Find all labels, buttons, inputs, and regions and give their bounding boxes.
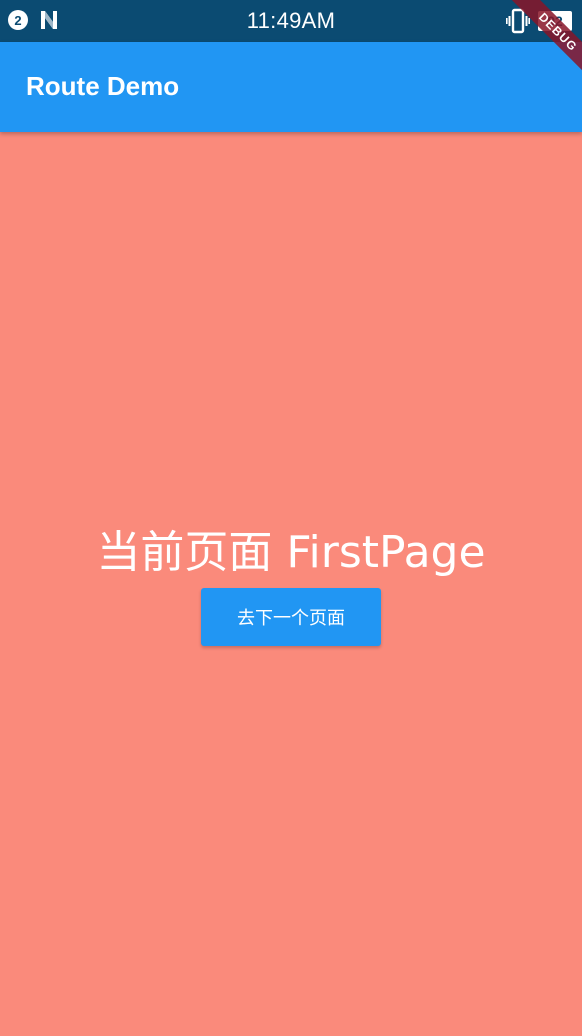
app-title: Route Demo — [26, 71, 180, 101]
vibrate-icon — [506, 8, 530, 34]
app-bar: Route Demo — [0, 42, 582, 132]
page-title: 当前页面 FirstPage — [96, 527, 486, 578]
status-right: 92 — [506, 8, 572, 34]
battery-icon: 92 — [538, 11, 572, 31]
page-content: 当前页面 FirstPage 去下一个页面 — [0, 132, 582, 1036]
status-time: 11:49AM — [246, 8, 336, 33]
go-next-page-button[interactable]: 去下一个页面 — [201, 588, 381, 646]
status-bar: 2 11:49AM 92 — [0, 0, 582, 42]
